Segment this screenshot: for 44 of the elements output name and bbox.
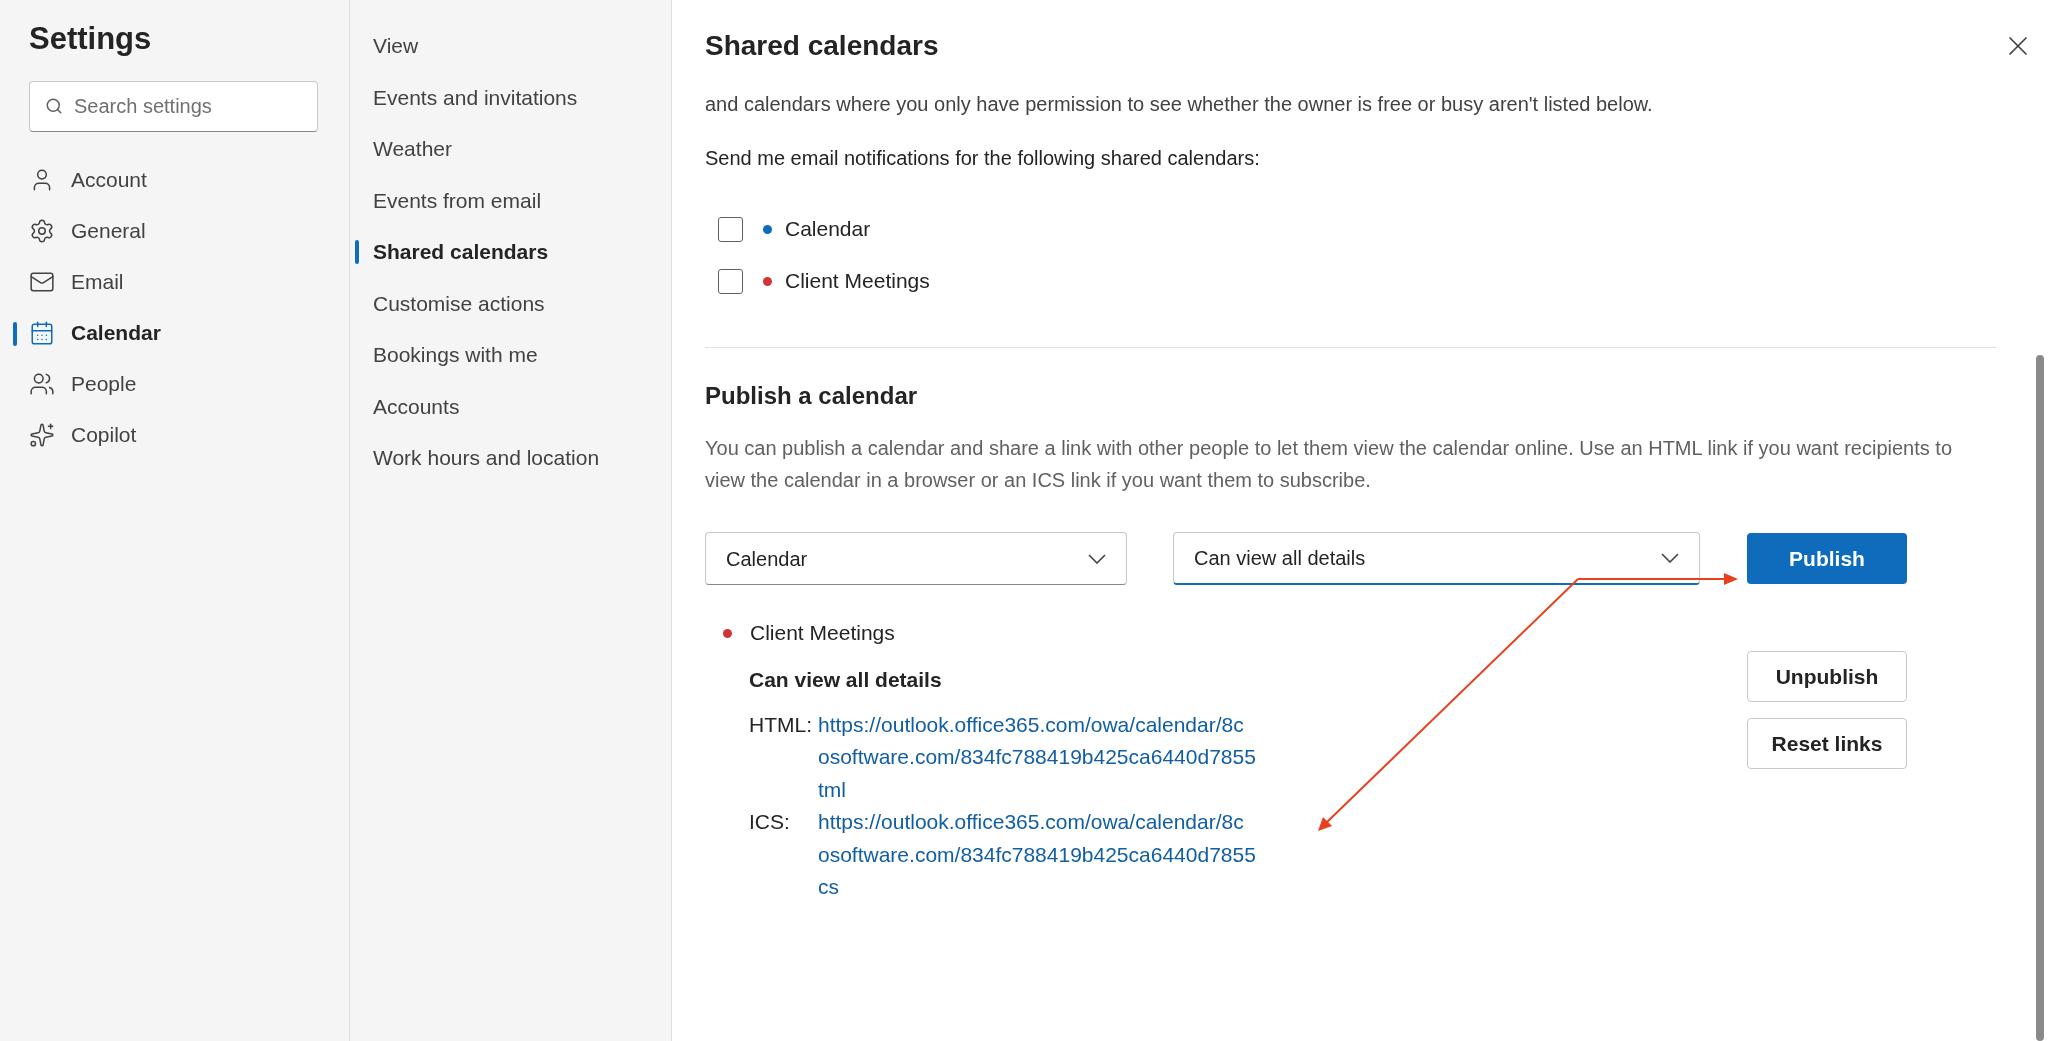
notification-prompt: Send me email notifications for the following shared calendars: (705, 146, 1261, 171)
calendar-name: Client Meetings (785, 268, 930, 295)
publish-description: You can publish a calendar and share a link with other people to let them view the calendar online. Use an HTML link if you want recipients to view the calendar in a browser or an ICS link if you want them to subscribe. (705, 436, 1953, 493)
chevron-down-icon (1661, 553, 1679, 563)
link[interactable]: https://outlook.office365.com/owa/calendar/8c osoftware.com/834fc788419b425ca6440d7855 cs (818, 806, 1256, 904)
search-icon (45, 96, 63, 115)
nav-item[interactable]: Accounts (350, 380, 671, 432)
calendar-name: Calendar (785, 216, 871, 243)
sidebar-item[interactable]: People (0, 358, 349, 410)
action-button[interactable]: Reset links (1747, 718, 1907, 769)
nav-item[interactable]: Events from email (350, 174, 671, 226)
nav-item[interactable]: View (350, 20, 671, 72)
calendar-icon (29, 320, 55, 346)
scrollbar[interactable] (2036, 355, 2044, 1041)
chevron-down-icon (1088, 553, 1106, 564)
publish-button[interactable]: Publish (1747, 533, 1907, 584)
checkbox[interactable] (718, 268, 743, 294)
sidebar-item[interactable]: General (0, 205, 349, 257)
nav-item[interactable]: Customise actions (350, 277, 671, 329)
calendar-dropdown[interactable]: Calendar (705, 532, 1127, 585)
nav-item[interactable]: Weather (350, 123, 671, 175)
nav-item[interactable]: Work hours and location (350, 432, 671, 484)
link-label: HTML: (749, 711, 813, 738)
calendar-name: Client Meetings (750, 620, 895, 647)
sidebar-item[interactable]: Calendar (0, 307, 349, 359)
sidebar-item[interactable]: Copilot (0, 409, 349, 461)
search-field[interactable]: Search settings (29, 80, 318, 132)
people-icon (29, 371, 55, 397)
permission-label: Can view all details (749, 667, 942, 693)
notification-description: and calendars where you only have permission to see whether the owner is free or busy aren't listed below. (705, 92, 1654, 117)
checkbox[interactable] (718, 216, 743, 242)
settings-icon (29, 218, 55, 244)
permission-dropdown[interactable]: Can view all details (1173, 532, 1700, 585)
link-label: ICS: (749, 809, 791, 835)
section-heading: Publish a calendar (705, 381, 919, 411)
nav-item[interactable]: Shared calendars (350, 226, 671, 278)
action-button[interactable]: Unpublish (1747, 651, 1907, 702)
nav-item[interactable]: Bookings with me (350, 329, 671, 381)
sidebar-item[interactable]: Account (0, 154, 349, 206)
sidebar-item[interactable]: Email (0, 256, 349, 308)
panel-title: Shared calendars (705, 29, 939, 63)
nav-item[interactable]: Events and invitations (350, 71, 671, 123)
settings-title: Settings (29, 20, 152, 58)
sparkle-icon (29, 422, 55, 448)
